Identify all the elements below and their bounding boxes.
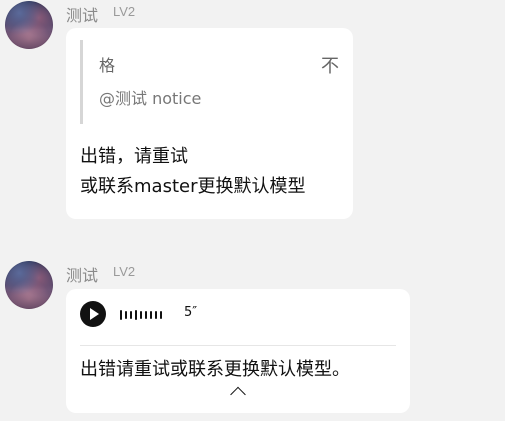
level-badge: LV2 (113, 4, 136, 19)
chat-message: 测试 LV2 格 不 @测试 notice 出错，请重试 或联系master更换… (0, 0, 505, 240)
message-bubble[interactable]: 格 不 @测试 notice 出错，请重试 或联系master更换默认模型 (66, 28, 353, 219)
voice-transcript: 出错请重试或联系更换默认模型。 (80, 359, 350, 380)
quote-mention: @测试 notice (99, 89, 202, 108)
avatar[interactable] (5, 261, 53, 309)
voice-message-bubble[interactable]: 5″ 出错请重试或联系更换默认模型。 (66, 289, 410, 413)
username[interactable]: 测试 (66, 2, 98, 26)
voice-duration: 5″ (184, 305, 198, 320)
quote-title: 格 (99, 56, 116, 75)
play-icon[interactable] (80, 301, 106, 327)
username[interactable]: 测试 (66, 262, 98, 286)
divider (80, 345, 396, 346)
chevron-up-icon[interactable] (230, 386, 246, 403)
message-text: 出错，请重试 或联系master更换默认模型 (80, 146, 306, 197)
quoted-reply[interactable]: 格 不 @测试 notice (80, 40, 343, 124)
level-badge: LV2 (113, 264, 136, 279)
avatar[interactable] (5, 1, 53, 49)
chat-message: 测试 LV2 5″ 出错请重试或联系更换默认模型。 (0, 258, 505, 421)
not-icon: 不 (321, 56, 339, 77)
waveform (120, 310, 162, 320)
